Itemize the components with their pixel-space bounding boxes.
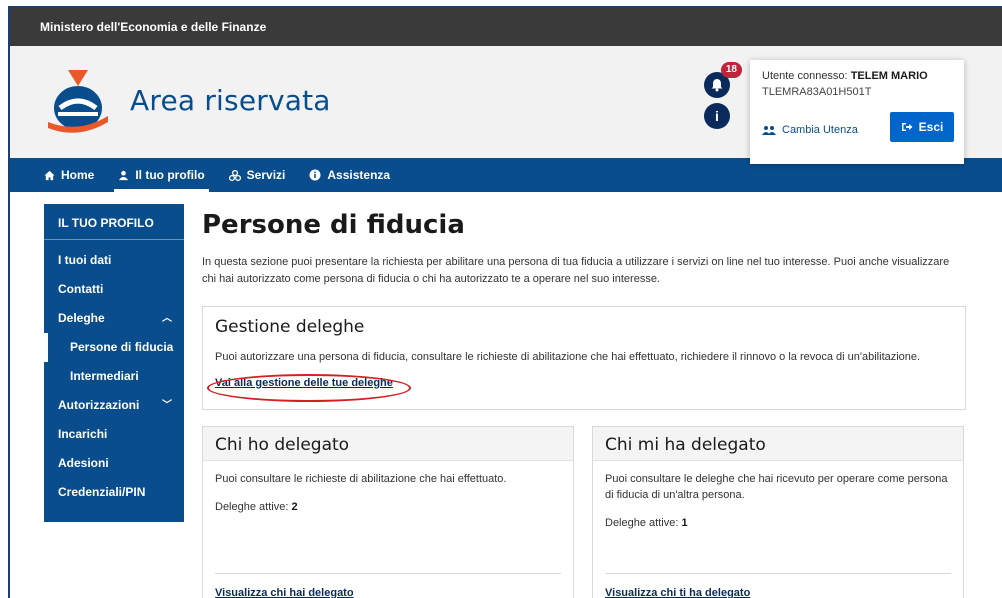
- sidebar-item-autorizzazioni[interactable]: Autorizzazioni ﹀: [44, 391, 184, 420]
- card-text: Puoi consultare le deleghe che hai ricev…: [605, 473, 948, 501]
- info-icon[interactable]: i: [704, 103, 730, 129]
- user-fiscal-code: TLEMRA83A01H501T: [762, 86, 872, 98]
- browser-frame: Ministero dell'Economia e delle Finanze …: [8, 6, 1002, 598]
- header-icons: 18 i: [704, 62, 742, 134]
- page-intro: In questa sezione puoi presentare la ric…: [202, 256, 950, 285]
- card-text: Puoi autorizzare una persona di fiducia,…: [215, 351, 921, 363]
- view-delegated-link[interactable]: Visualizza chi hai delegato: [215, 587, 354, 598]
- info-icon: [309, 169, 321, 181]
- sidebar-item-incarichi[interactable]: Incarichi: [44, 420, 184, 449]
- chevron-down-icon: ﹀: [162, 400, 172, 411]
- user-icon: [119, 170, 129, 180]
- card-header: Chi mi ha delegato: [593, 427, 963, 461]
- view-delegators-link[interactable]: Visualizza chi ti ha delegato: [605, 587, 750, 598]
- main-content: Persone di fiducia In questa sezione puo…: [202, 204, 968, 598]
- sidebar-item-label: Intermediari: [70, 369, 139, 383]
- active-delegations-count: 2: [291, 501, 298, 513]
- sidebar-item-adesioni[interactable]: Adesioni: [44, 449, 184, 478]
- connected-user-label: Utente connesso:: [762, 70, 848, 82]
- logout-button[interactable]: Esci: [890, 112, 954, 142]
- card-title: Chi ho delegato: [215, 435, 350, 455]
- sidebar-item-label: Autorizzazioni: [58, 398, 140, 412]
- gestione-deleghe-card: Gestione deleghe Puoi autorizzare una pe…: [202, 306, 966, 410]
- sidebar-item-label: Credenziali/PIN: [58, 485, 146, 499]
- nav-home[interactable]: Home: [40, 158, 98, 192]
- chi-ho-delegato-card: Chi ho delegato Puoi consultare le richi…: [202, 426, 574, 598]
- nav-profile[interactable]: Il tuo profilo: [114, 158, 210, 192]
- switch-user-link[interactable]: Cambia Utenza: [762, 124, 858, 136]
- chi-mi-ha-delegato-card: Chi mi ha delegato Puoi consultare le de…: [592, 426, 964, 598]
- ministry-name: Ministero dell'Economia e delle Finanze: [40, 20, 267, 34]
- connected-user-name: TELEM MARIO: [850, 70, 928, 82]
- sidebar-item-deleghe[interactable]: Deleghe ︿: [44, 304, 184, 333]
- sidebar-item-label: I tuoi dati: [58, 253, 112, 267]
- active-delegations-count: 1: [681, 517, 688, 529]
- sidebar-item-contatti[interactable]: Contatti: [44, 275, 184, 304]
- annotation-circle: [207, 374, 411, 402]
- sidebar-subitem-persone-fiducia[interactable]: Persone di fiducia: [44, 333, 184, 362]
- nav-profile-label: Il tuo profilo: [135, 168, 205, 182]
- sidebar-item-label: Incarichi: [58, 427, 108, 441]
- agenzia-logo-icon[interactable]: [42, 64, 114, 136]
- logout-icon: [901, 123, 913, 131]
- nav-assistance-label: Assistenza: [327, 168, 391, 182]
- sidebar-heading: IL TUO PROFILO: [44, 204, 184, 240]
- card-title: Gestione deleghe: [215, 317, 365, 337]
- sidebar-item-label: Deleghe: [58, 311, 105, 325]
- sidebar-item-label: Contatti: [58, 282, 104, 296]
- bell-icon: [711, 79, 723, 92]
- notifications-bell-icon[interactable]: 18: [704, 62, 742, 98]
- switch-user-label: Cambia Utenza: [782, 124, 858, 136]
- sidebar-subitem-intermediari[interactable]: Intermediari: [44, 362, 184, 391]
- home-icon: [44, 170, 55, 180]
- sidebar-item-credenziali[interactable]: Credenziali/PIN: [44, 478, 184, 507]
- logout-label: Esci: [918, 120, 944, 134]
- nav-home-label: Home: [61, 168, 95, 182]
- users-icon: [762, 126, 776, 135]
- sidebar-item-label: Adesioni: [58, 456, 109, 470]
- chevron-up-icon: ︿: [162, 313, 172, 324]
- site-title: Area riservata: [130, 84, 331, 117]
- profile-sidebar: IL TUO PROFILO I tuoi dati Contatti Dele…: [44, 204, 184, 522]
- card-text: Puoi consultare le richieste di abilitaz…: [215, 473, 507, 485]
- active-delegations: Deleghe attive: 2: [215, 501, 561, 513]
- active-delegations-label: Deleghe attive:: [605, 517, 679, 529]
- connected-user: Utente connesso: TELEM MARIO: [762, 70, 952, 82]
- page-title: Persone di fiducia: [202, 210, 465, 240]
- user-panel: Utente connesso: TELEM MARIO TLEMRA83A01…: [750, 60, 964, 164]
- card-title: Chi mi ha delegato: [605, 435, 766, 455]
- card-divider: [215, 573, 561, 574]
- sidebar-item-label: Persone di fiducia: [70, 340, 174, 354]
- site-header: Area riservata 18 i Utente connesso: TEL…: [10, 46, 1002, 164]
- nav-services[interactable]: Servizi: [225, 158, 290, 192]
- services-icon: [228, 169, 241, 181]
- ministry-bar: Ministero dell'Economia e delle Finanze: [10, 8, 1002, 46]
- card-header: Chi ho delegato: [203, 427, 573, 461]
- sidebar-item-tuoi-dati[interactable]: I tuoi dati: [44, 246, 184, 275]
- nav-assistance[interactable]: Assistenza: [305, 158, 394, 192]
- active-delegations: Deleghe attive: 1: [605, 517, 951, 529]
- nav-services-label: Servizi: [246, 168, 286, 182]
- card-body: Puoi consultare le deleghe che hai ricev…: [593, 461, 963, 539]
- active-delegations-label: Deleghe attive:: [215, 501, 289, 513]
- card-body: Puoi consultare le richieste di abilitaz…: [203, 461, 573, 523]
- card-divider: [605, 573, 951, 574]
- notification-count-badge: 18: [720, 62, 742, 78]
